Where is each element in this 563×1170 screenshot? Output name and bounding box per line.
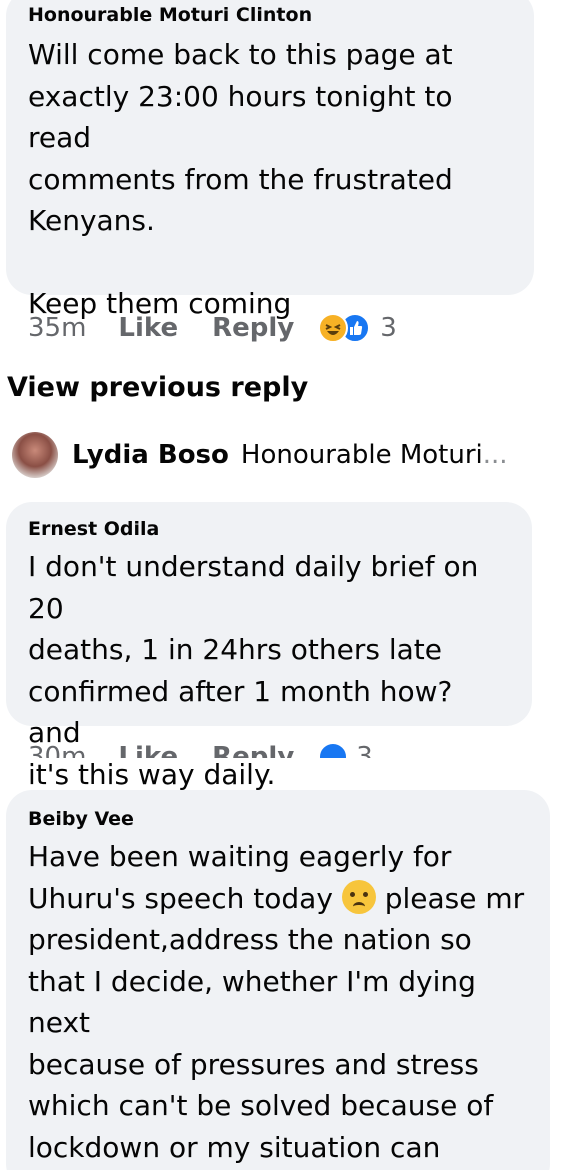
reaction-summary[interactable] xyxy=(318,742,349,758)
crying-face-icon xyxy=(341,879,376,914)
reply-button[interactable]: Reply xyxy=(212,742,294,758)
comment-actions: 35m Like Reply 3 xyxy=(28,311,397,345)
reply-author[interactable]: Lydia Boso xyxy=(72,440,229,470)
reaction-count[interactable]: 3 xyxy=(380,313,397,343)
comment-text: Will come back to this page at exactly 2… xyxy=(28,38,453,320)
comment-timestamp[interactable]: 35m xyxy=(28,313,86,343)
view-previous-reply-link[interactable]: View previous reply xyxy=(7,372,308,403)
comment-actions-clipped: 30m Like Reply 3 xyxy=(0,738,563,758)
comment-bubble: Ernest Odila I don't understand daily br… xyxy=(6,502,532,791)
comment-text-part: please mr president,address the nation s… xyxy=(28,881,525,1164)
reply-button[interactable]: Reply xyxy=(212,313,294,343)
comment-actions: 30m Like Reply 3 xyxy=(28,740,373,758)
reaction-summary[interactable] xyxy=(318,313,374,343)
comment-author[interactable]: Honourable Moturi Clinton xyxy=(28,4,512,26)
like-icon xyxy=(318,742,349,758)
reply-snippet: Honourable Moturi xyxy=(240,440,483,470)
comment-bubble: Honourable Moturi Clinton Will come back… xyxy=(6,0,534,320)
reply-ellipsis: ... xyxy=(482,440,508,470)
avatar[interactable] xyxy=(12,432,58,478)
comment-author[interactable]: Ernest Odila xyxy=(28,518,510,540)
haha-icon xyxy=(318,313,349,343)
comment-bubble: Beiby Vee Have been waiting eagerly for … xyxy=(6,790,550,1170)
like-button[interactable]: Like xyxy=(118,313,178,343)
comment-author[interactable]: Beiby Vee xyxy=(28,808,528,830)
comment-timestamp[interactable]: 30m xyxy=(28,742,86,758)
reaction-count[interactable]: 3 xyxy=(356,742,373,758)
reply-preview[interactable]: Lydia Boso Honourable Moturi ... xyxy=(12,432,508,478)
comment-text: Have been waiting eagerly for Uhuru's sp… xyxy=(28,836,528,1170)
like-button[interactable]: Like xyxy=(118,742,178,758)
